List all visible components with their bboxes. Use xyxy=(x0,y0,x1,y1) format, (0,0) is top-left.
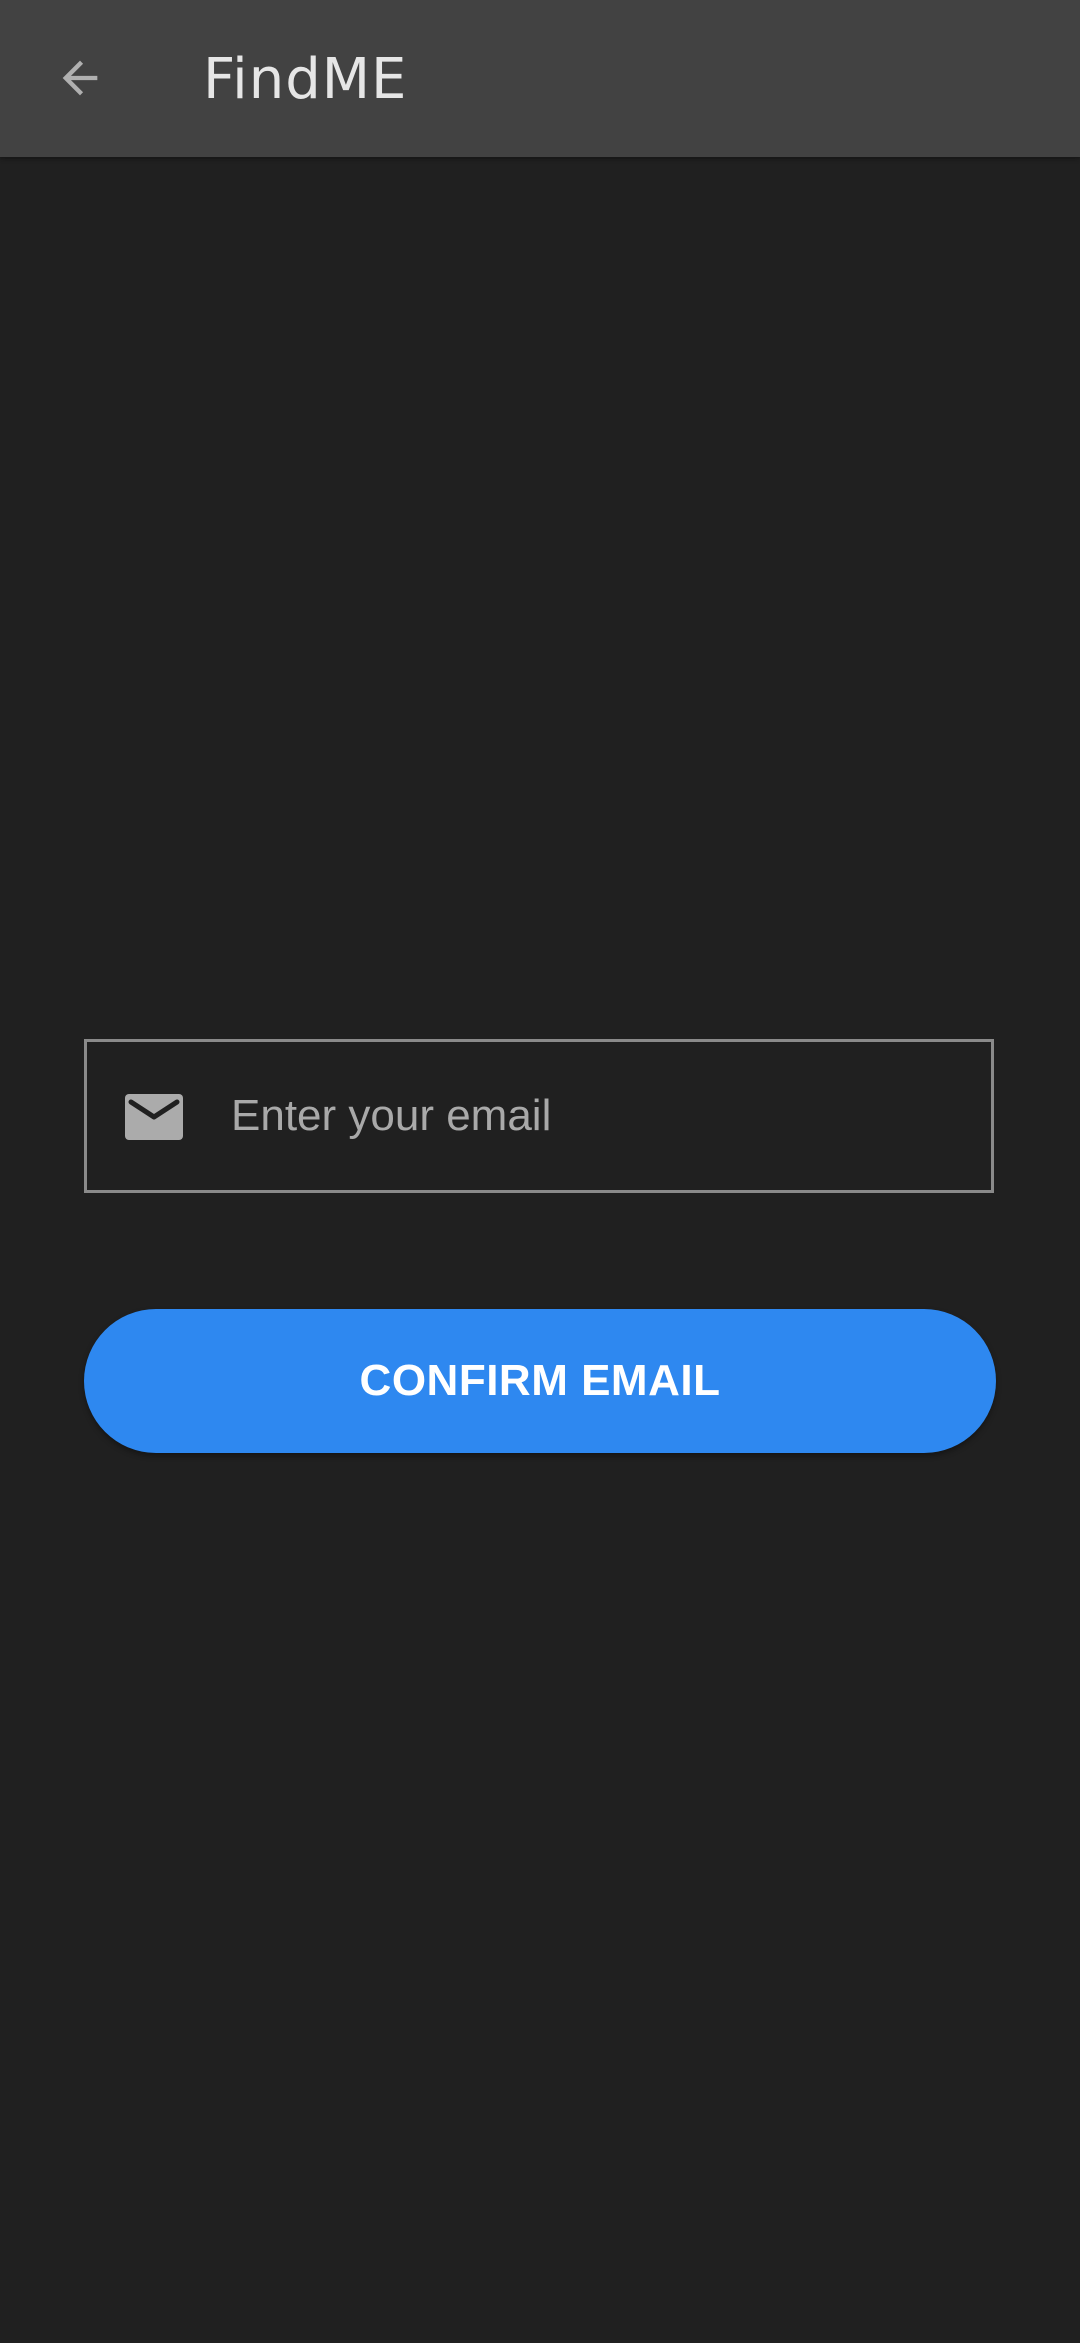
screen: FindME CONFIRM EMAIL xyxy=(0,0,1080,2343)
app-title: FindME xyxy=(203,47,408,112)
email-input[interactable] xyxy=(231,1042,971,1190)
arrow-back-icon xyxy=(62,60,98,96)
mail-icon xyxy=(125,1094,183,1140)
back-button[interactable] xyxy=(40,36,120,120)
email-field[interactable] xyxy=(84,1039,994,1193)
confirm-email-button[interactable]: CONFIRM EMAIL xyxy=(84,1309,996,1453)
app-bar: FindME xyxy=(0,0,1080,157)
